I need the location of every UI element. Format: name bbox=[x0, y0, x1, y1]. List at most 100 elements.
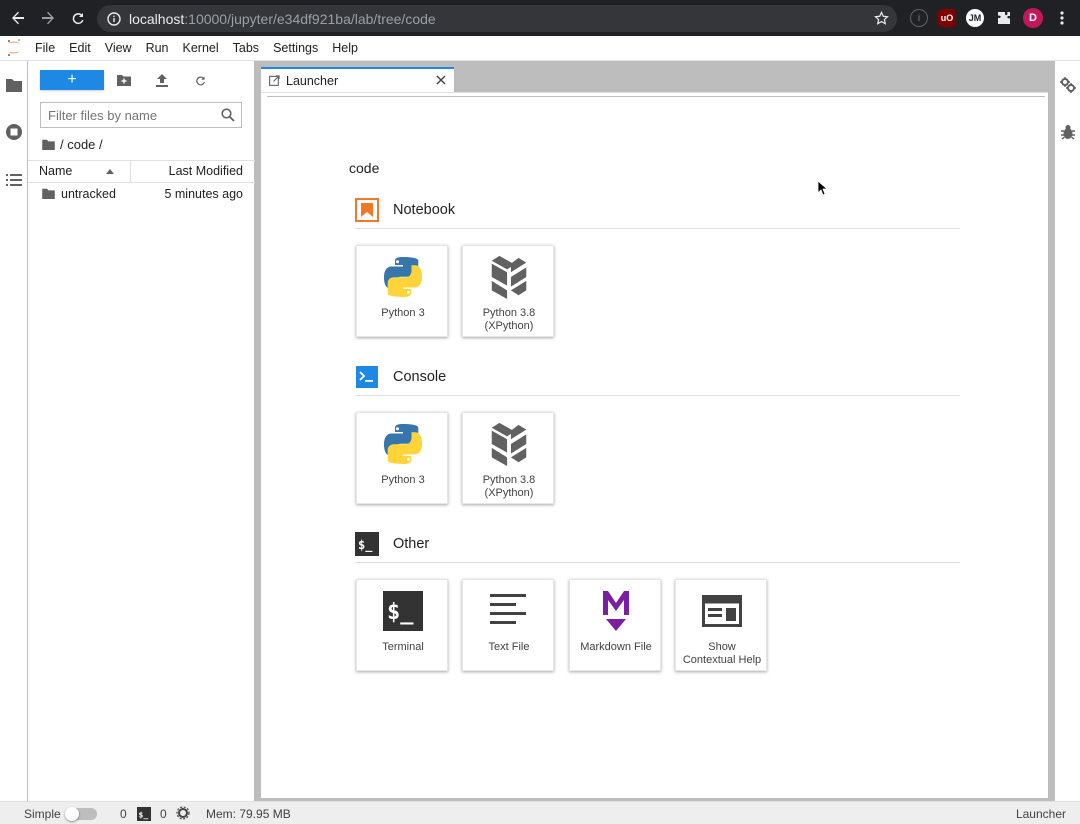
launcher-card-console-python3[interactable]: Python 3 bbox=[356, 412, 448, 504]
extension-jm-icon[interactable]: JM bbox=[966, 9, 984, 27]
menu-view[interactable]: View bbox=[98, 36, 139, 61]
card-label: Show Contextual Help bbox=[682, 641, 762, 666]
menu-settings[interactable]: Settings bbox=[266, 36, 325, 61]
filter-box bbox=[40, 102, 242, 128]
new-folder-icon[interactable] bbox=[115, 71, 133, 89]
refresh-icon[interactable] bbox=[191, 71, 209, 89]
table-of-contents-icon[interactable] bbox=[5, 171, 23, 189]
kebab-menu-icon[interactable] bbox=[1053, 9, 1071, 27]
file-name: untracked bbox=[61, 187, 116, 201]
arrow-left-icon bbox=[12, 11, 24, 25]
file-browser-panel: + / code / Name Last Modified untracked … bbox=[28, 61, 255, 801]
breadcrumb-path[interactable]: / code / bbox=[60, 137, 103, 152]
card-label: Markdown File bbox=[580, 641, 652, 653]
terminal-icon: $_ bbox=[380, 588, 426, 634]
card-label: Terminal bbox=[382, 641, 424, 653]
upload-icon[interactable] bbox=[153, 71, 171, 89]
column-modified-header[interactable]: Last Modified bbox=[169, 161, 243, 182]
browser-chrome: localhost:10000/jupyter/e34df921ba/lab/t… bbox=[0, 0, 1080, 36]
launcher-card-notebook-python3[interactable]: Python 3 bbox=[356, 245, 448, 337]
menu-help[interactable]: Help bbox=[325, 36, 365, 61]
reload-icon bbox=[72, 13, 84, 25]
menu-tabs[interactable]: Tabs bbox=[226, 36, 266, 61]
back-button[interactable] bbox=[4, 4, 32, 32]
console-section-icon bbox=[356, 366, 378, 388]
panel-divider bbox=[267, 96, 1045, 97]
address-bar[interactable]: localhost:10000/jupyter/e34df921ba/lab/t… bbox=[97, 5, 897, 32]
forward-button[interactable] bbox=[34, 4, 62, 32]
xpython-icon bbox=[486, 254, 532, 300]
launcher-card-contextual-help[interactable]: Show Contextual Help bbox=[675, 579, 767, 671]
section-title: Console bbox=[393, 369, 447, 385]
simple-mode-toggle[interactable] bbox=[65, 807, 97, 821]
main-dock-area: Launcher code Notebook Python 3 Python 3… bbox=[255, 61, 1054, 801]
menu-run[interactable]: Run bbox=[139, 36, 176, 61]
file-row[interactable]: untracked 5 minutes ago bbox=[28, 184, 255, 204]
svg-text:$_: $_ bbox=[139, 811, 149, 820]
filter-files-input[interactable] bbox=[48, 107, 218, 123]
status-bar: Simple 0 $_ 0 Mem: 79.95 MB Launcher bbox=[0, 801, 1080, 824]
active-document-label: Launcher bbox=[1015, 807, 1066, 821]
menu-file[interactable]: File bbox=[28, 36, 62, 61]
tab-label: Launcher bbox=[286, 73, 339, 88]
info-icon[interactable] bbox=[107, 11, 121, 26]
card-label: Python 3.8 (XPython) bbox=[482, 474, 536, 499]
column-name-header[interactable]: Name bbox=[28, 161, 131, 182]
left-activity-bar bbox=[0, 61, 28, 801]
python-icon bbox=[380, 421, 426, 467]
star-icon[interactable] bbox=[874, 11, 889, 26]
menu-kernel[interactable]: Kernel bbox=[176, 36, 226, 61]
home-folder-icon[interactable] bbox=[42, 139, 55, 150]
mouse-cursor-icon bbox=[818, 181, 828, 196]
launcher-card-markdown-file[interactable]: Markdown File bbox=[569, 579, 661, 671]
text-file-icon bbox=[486, 588, 532, 634]
file-modified: 5 minutes ago bbox=[164, 187, 243, 201]
kernels-count[interactable]: 0 bbox=[120, 807, 127, 821]
tab-launcher[interactable]: Launcher bbox=[261, 67, 454, 92]
reload-button[interactable] bbox=[64, 4, 92, 32]
breadcrumb: / code / bbox=[42, 137, 103, 152]
debugger-bug-icon[interactable] bbox=[1061, 124, 1075, 143]
card-label: Python 3 bbox=[381, 307, 425, 319]
running-sessions-icon[interactable] bbox=[5, 123, 23, 141]
terminals-count[interactable]: 0 bbox=[160, 807, 167, 821]
launcher-card-notebook-xpython[interactable]: Python 3.8 (XPython) bbox=[462, 245, 554, 337]
section-notebook: Notebook bbox=[355, 197, 960, 229]
notebook-section-icon bbox=[355, 198, 379, 222]
python-icon bbox=[380, 254, 426, 300]
toggle-knob bbox=[65, 807, 79, 821]
simple-mode-label: Simple bbox=[24, 807, 61, 821]
launcher-card-terminal[interactable]: $_ Terminal bbox=[356, 579, 448, 671]
card-label: Python 3.8 (XPython) bbox=[482, 307, 536, 332]
right-activity-bar bbox=[1054, 61, 1080, 801]
section-title: Other bbox=[393, 536, 430, 552]
extensions-puzzle-icon[interactable] bbox=[995, 9, 1013, 27]
menu-edit[interactable]: Edit bbox=[62, 36, 98, 61]
folder-icon[interactable] bbox=[5, 76, 23, 94]
profile-avatar[interactable]: D bbox=[1023, 8, 1043, 28]
close-icon[interactable] bbox=[436, 75, 446, 85]
folder-icon bbox=[42, 188, 55, 199]
launcher-panel: code Notebook Python 3 Python 3.8 (XPyth… bbox=[261, 92, 1048, 798]
launcher-card-text-file[interactable]: Text File bbox=[462, 579, 554, 671]
new-launcher-button[interactable]: + bbox=[40, 70, 104, 90]
jupyterlab-menubar: File Edit View Run Kernel Tabs Settings … bbox=[0, 36, 1080, 61]
property-inspector-icon[interactable] bbox=[1060, 77, 1076, 96]
svg-text:$_: $_ bbox=[358, 538, 373, 553]
tab-bar: Launcher bbox=[255, 61, 1054, 92]
launcher-card-console-xpython[interactable]: Python 3.8 (XPython) bbox=[462, 412, 554, 504]
kernel-status-gear-icon[interactable] bbox=[176, 806, 190, 820]
card-label: Text File bbox=[488, 641, 530, 653]
ublock-icon[interactable]: uO bbox=[938, 9, 956, 27]
section-other: $_ Other bbox=[355, 531, 960, 563]
svg-text:$_: $_ bbox=[387, 600, 414, 625]
xpython-icon bbox=[486, 421, 532, 467]
sort-ascending-icon bbox=[106, 169, 114, 174]
section-console: Console bbox=[355, 364, 960, 396]
terminal-status-icon[interactable]: $_ bbox=[137, 807, 151, 821]
extension-info-icon[interactable]: i bbox=[910, 9, 928, 27]
card-label: Python 3 bbox=[381, 474, 425, 486]
jupyter-logo-icon[interactable] bbox=[6, 38, 22, 58]
search-icon bbox=[221, 108, 235, 122]
other-section-icon: $_ bbox=[355, 532, 379, 556]
